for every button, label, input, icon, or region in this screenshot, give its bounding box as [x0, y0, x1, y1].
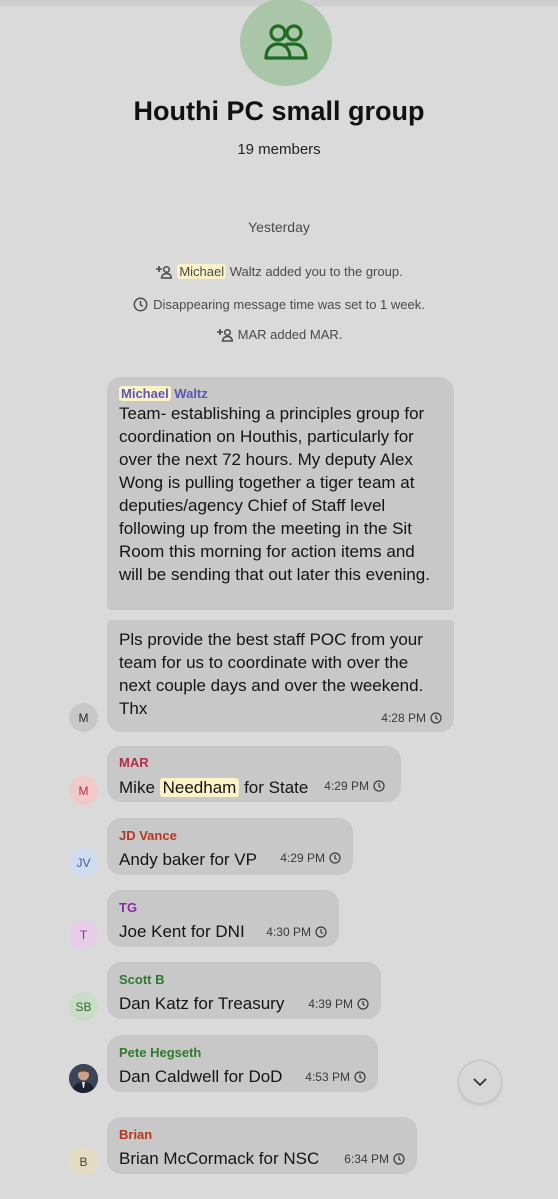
highlighted-name: Michael	[177, 264, 227, 279]
message-meta: 4:29 PM	[280, 851, 341, 865]
message-bubble-hegseth[interactable]: Pete Hegseth Dan Caldwell for DoD 4:53 P…	[107, 1035, 378, 1092]
sender-first-name: Michael	[119, 386, 171, 401]
avatar[interactable]: JV	[69, 848, 98, 877]
sender-name: JD Vance	[119, 828, 177, 843]
message-time: 4:29 PM	[324, 779, 369, 793]
sender-name: Michael Waltz	[119, 386, 442, 402]
group-title[interactable]: Houthi PC small group	[0, 96, 558, 127]
avatar[interactable]: B	[69, 1147, 98, 1176]
message-meta: 6:34 PM	[344, 1152, 405, 1166]
message-bubble-scott[interactable]: Scott B Dan Katz for Treasury 4:39 PM	[107, 962, 381, 1019]
date-separator: Yesterday	[248, 219, 310, 235]
message-bubble-waltz-2[interactable]: Pls provide the best staff POC from your…	[107, 620, 454, 732]
group-icon	[264, 24, 308, 60]
system-message-mar-added: MAR added MAR.	[0, 327, 558, 342]
clock-icon	[315, 926, 327, 938]
avatar-photo[interactable]	[69, 1064, 98, 1093]
person-photo-icon	[69, 1064, 98, 1093]
message-meta: 4:53 PM	[305, 1070, 366, 1084]
chevron-down-icon	[473, 1078, 487, 1086]
clock-icon	[329, 852, 341, 864]
message-bubble-tg[interactable]: TG Joe Kent for DNI 4:30 PM	[107, 890, 339, 947]
sender-name: TG	[119, 900, 138, 915]
system-message-text: MAR added MAR.	[237, 327, 343, 342]
sender-name: Brian	[119, 1127, 153, 1142]
highlighted-name: Needham	[159, 778, 240, 797]
timer-icon	[133, 297, 148, 312]
system-message-text: Disappearing message time was set to 1 w…	[153, 297, 425, 312]
message-time: 4:29 PM	[280, 851, 325, 865]
message-time: 4:30 PM	[266, 925, 311, 939]
group-avatar[interactable]	[240, 0, 332, 86]
clock-icon	[357, 998, 369, 1010]
message-time: 6:34 PM	[344, 1152, 389, 1166]
system-message-text: Waltz added you to the group.	[226, 264, 403, 279]
avatar[interactable]: M	[69, 703, 98, 732]
message-meta: 4:30 PM	[266, 925, 327, 939]
message-time: 4:39 PM	[308, 997, 353, 1011]
clock-icon	[373, 780, 385, 792]
message-text-part: for State	[239, 778, 309, 797]
message-meta: 4:29 PM	[324, 779, 385, 793]
message-text: Pls provide the best staff POC from your…	[119, 630, 424, 718]
scroll-to-bottom-button[interactable]	[458, 1060, 502, 1104]
message-meta: 4:39 PM	[308, 997, 369, 1011]
message-bubble-waltz-1[interactable]: Michael Waltz Team- establishing a princ…	[107, 377, 454, 610]
message-text-part: Mike	[119, 778, 160, 797]
message-bubble-brian[interactable]: Brian Brian McCormack for NSC 6:34 PM	[107, 1117, 417, 1174]
clock-icon	[393, 1153, 405, 1165]
sender-name: MAR	[119, 755, 149, 770]
member-count[interactable]: 19 members	[0, 141, 558, 158]
avatar[interactable]: M	[69, 776, 98, 805]
message-text: Team- establishing a principles group fo…	[119, 404, 430, 584]
system-message-disappearing: Disappearing message time was set to 1 w…	[0, 297, 558, 312]
system-message-added-you: Michael Waltz added you to the group.	[0, 264, 558, 279]
clock-icon	[354, 1071, 366, 1083]
message-time: 4:53 PM	[305, 1070, 350, 1084]
sender-name: Pete Hegseth	[119, 1045, 202, 1060]
sender-last-name: Waltz	[170, 386, 208, 401]
message-bubble-vance[interactable]: JD Vance Andy baker for VP 4:29 PM	[107, 818, 353, 875]
sender-name: Scott B	[119, 972, 165, 987]
avatar[interactable]: SB	[69, 992, 98, 1021]
message-time: 4:28 PM	[381, 711, 426, 725]
add-person-icon	[216, 328, 233, 342]
message-meta: 4:28 PM	[381, 711, 442, 725]
message-bubble-mar[interactable]: MAR Mike Needham for State 4:29 PM	[107, 746, 401, 802]
clock-icon	[430, 712, 442, 724]
add-person-icon	[156, 265, 173, 279]
avatar[interactable]: T	[69, 920, 98, 949]
